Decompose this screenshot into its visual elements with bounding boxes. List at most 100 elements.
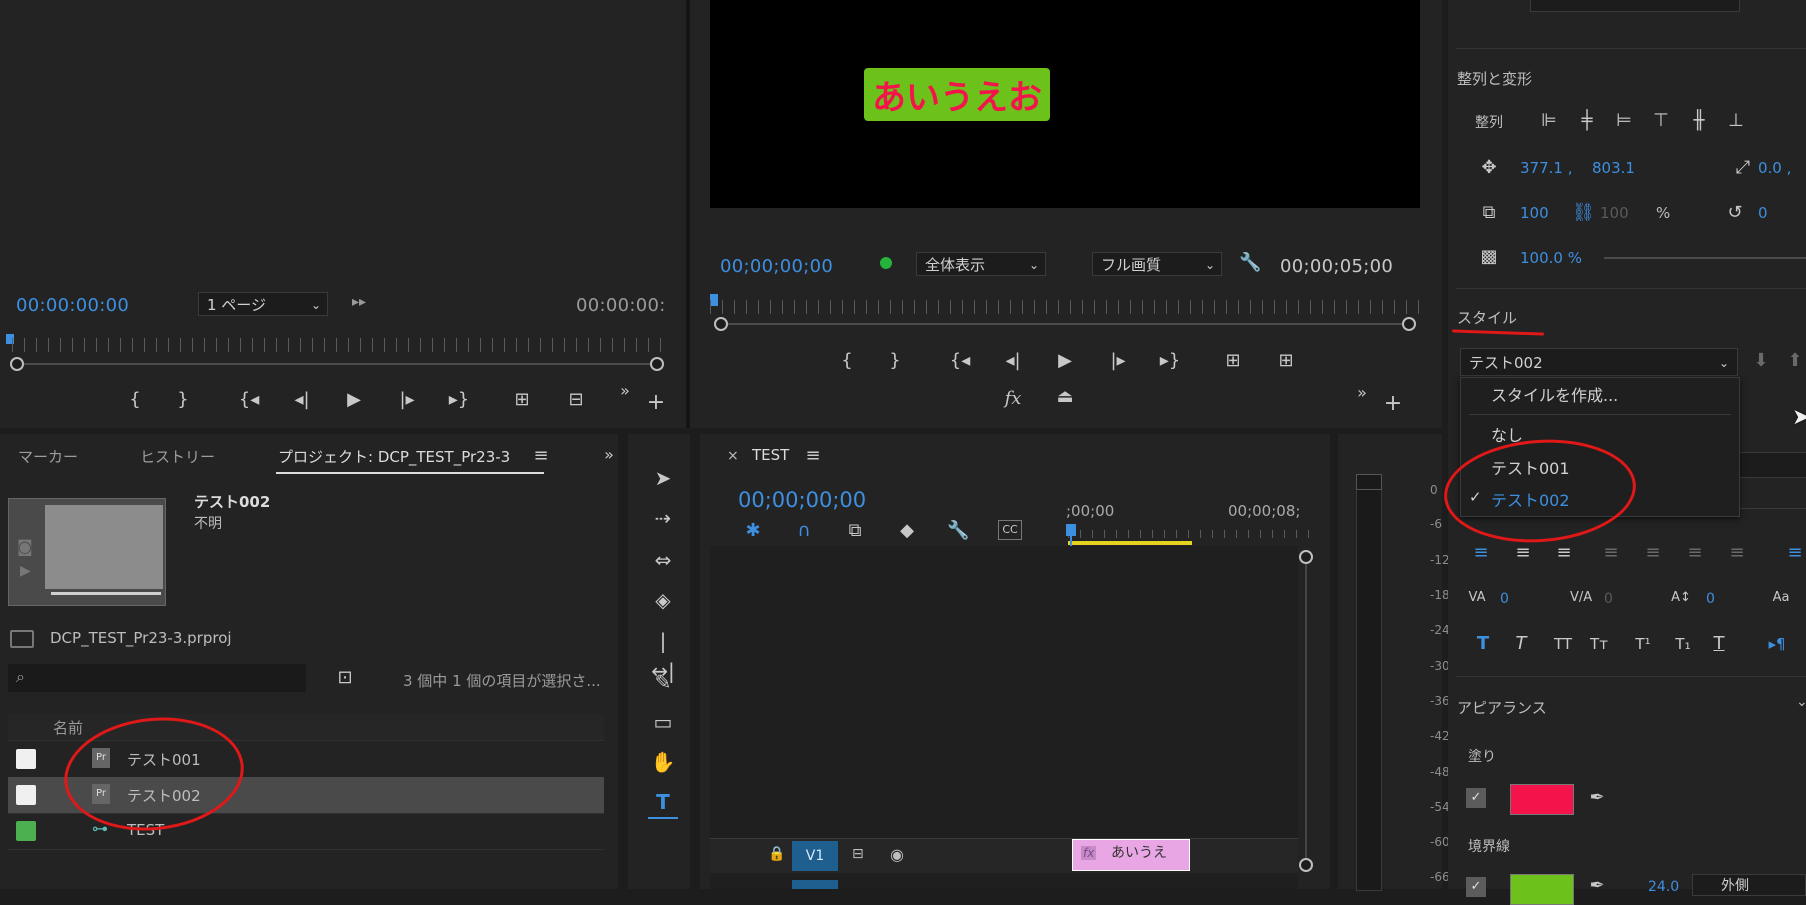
fx-icon[interactable]: fx (1002, 388, 1024, 410)
link-scale-icon[interactable]: ⛓ (1572, 202, 1595, 224)
step-forward-icon[interactable]: |▸ (396, 389, 418, 411)
timeline-clip[interactable]: fx あいうえ (1072, 839, 1190, 871)
column-name-header[interactable]: 名前 (53, 717, 83, 738)
lock-track-icon[interactable]: 🔒 (768, 846, 785, 862)
add-button-icon[interactable]: + (645, 392, 667, 414)
mark-in-icon[interactable]: { (124, 389, 146, 411)
stroke-width-value[interactable]: 24.0 (1648, 879, 1679, 895)
program-zoom-right-handle[interactable] (1402, 317, 1416, 331)
add-button-icon[interactable]: + (1382, 393, 1404, 415)
faux-bold-icon[interactable]: T (1472, 633, 1494, 655)
export-frame-icon[interactable]: ⏏ (1054, 386, 1076, 408)
expand-tabs-icon[interactable]: » (598, 444, 620, 466)
justify-all-icon[interactable]: ≡ (1726, 542, 1748, 564)
opacity-slider[interactable] (1604, 257, 1806, 259)
tab-project[interactable]: プロジェクト: DCP_TEST_Pr23-3 (278, 446, 510, 467)
mark-out-icon[interactable]: } (172, 389, 194, 411)
razor-tool-icon[interactable]: ◈ (648, 585, 678, 615)
insert-icon[interactable]: ⊞ (511, 389, 533, 411)
go-to-out-icon[interactable]: ▸} (1159, 350, 1181, 372)
anchor-x-value[interactable]: 0.0 , (1758, 159, 1791, 177)
linked-selection-icon[interactable]: ⧉ (844, 520, 866, 542)
push-style-icon[interactable]: ⬇ (1750, 350, 1772, 372)
ripple-edit-tool-icon[interactable]: ⇔ (648, 545, 678, 575)
extract-icon[interactable]: ⊞ (1275, 350, 1297, 372)
align-right-icon[interactable]: ⊨ (1613, 110, 1635, 132)
work-area-bar[interactable] (1068, 541, 1192, 545)
position-x-value[interactable]: 377.1 , (1520, 159, 1572, 177)
snap-magnet-icon[interactable]: ∩ (793, 520, 815, 542)
add-marker-icon[interactable]: ◆ (896, 520, 918, 542)
find-bin-icon[interactable]: ⊡ (334, 667, 356, 689)
timeline-playhead-icon[interactable] (1066, 524, 1076, 536)
rectangle-tool-icon[interactable]: ▭ (648, 707, 678, 737)
timeline-vscroll-bottom-handle[interactable] (1299, 858, 1313, 872)
thumbnail-play-icon[interactable]: ▶ (20, 563, 31, 579)
stroke-color-swatch[interactable] (1510, 874, 1574, 905)
eye-icon[interactable]: ◉ (890, 845, 904, 864)
tab-menu-icon[interactable]: ≡ (802, 445, 824, 467)
more-controls-icon[interactable]: » (1351, 382, 1373, 404)
top-partial-control[interactable] (1530, 0, 1740, 12)
type-tool-icon[interactable]: T (648, 787, 678, 819)
step-forward-icon[interactable]: |▸ (1107, 350, 1129, 372)
sync-style-icon[interactable]: ⬆ (1784, 350, 1806, 372)
captions-icon[interactable]: CC (998, 520, 1022, 540)
align-section-title[interactable]: 整列と変形 (1457, 68, 1532, 89)
opacity-value[interactable]: 100.0 % (1520, 249, 1582, 267)
font-style-partial[interactable] (1738, 490, 1806, 509)
timeline-timecode[interactable]: 00;00;00;00 (738, 488, 866, 512)
timeline-vscroll[interactable] (1305, 556, 1307, 866)
go-to-in-icon[interactable]: {◂ (949, 350, 971, 372)
search-input[interactable]: ⌕ (8, 664, 306, 692)
thumbnail-scrub-bar[interactable] (51, 592, 161, 595)
program-zoom-left-handle[interactable] (714, 317, 728, 331)
fast-forward-icon[interactable]: ▸▸ (352, 294, 366, 310)
lift-icon[interactable]: ⊞ (1222, 350, 1244, 372)
text-direction-icon[interactable]: ▸¶ (1766, 633, 1788, 655)
quality-select[interactable]: フル画質 ⌄ (1092, 252, 1222, 276)
timeline-vscroll-top-handle[interactable] (1299, 550, 1313, 564)
step-back-icon[interactable]: ◂| (1002, 350, 1024, 372)
timeline-ruler[interactable] (1068, 530, 1316, 538)
stroke-type-select[interactable]: 外側 (1692, 874, 1806, 896)
wrench-settings-icon[interactable]: 🔧 (947, 520, 969, 542)
insert-nest-icon[interactable]: ✱ (742, 520, 764, 542)
faux-italic-icon[interactable]: T (1510, 633, 1532, 655)
subscript-icon[interactable]: T₁ (1672, 633, 1694, 655)
text-top-align-icon[interactable]: ≡ (1784, 542, 1806, 564)
text-align-left-icon[interactable]: ≡ (1470, 542, 1492, 564)
stroke-checkbox[interactable]: ✓ (1466, 877, 1486, 897)
text-align-right-icon[interactable]: ≡ (1553, 542, 1575, 564)
eyedropper-icon[interactable]: ✒ (1586, 875, 1608, 897)
tab-history[interactable]: ヒストリー (140, 446, 215, 467)
tab-sequence-test[interactable]: TEST (752, 446, 789, 464)
hand-tool-icon[interactable]: ✋ (648, 747, 678, 777)
label-color-swatch[interactable] (16, 821, 36, 841)
wrench-settings-icon[interactable]: 🔧 (1239, 252, 1261, 274)
justify-left-icon[interactable]: ≡ (1600, 542, 1622, 564)
appearance-section-title[interactable]: アピアランス (1457, 697, 1547, 718)
style-select[interactable]: テスト002 ⌄ (1460, 348, 1738, 376)
create-style-menu-item[interactable]: スタイルを作成... (1491, 382, 1618, 406)
zoom-select[interactable]: 全体表示 ⌄ (916, 252, 1046, 276)
page-select[interactable]: 1 ページ ⌄ (198, 292, 328, 316)
align-center-h-icon[interactable]: ╪ (1576, 110, 1598, 132)
appearance-expand-icon[interactable]: ⌄ (1796, 694, 1806, 710)
all-caps-icon[interactable]: TT (1552, 633, 1574, 655)
slip-tool-icon[interactable]: |↔| (648, 626, 678, 683)
justify-right-icon[interactable]: ≡ (1684, 542, 1706, 564)
sync-lock-icon[interactable]: ⊟ (852, 846, 864, 862)
mark-out-icon[interactable]: } (884, 350, 906, 372)
fill-checkbox[interactable]: ✓ (1466, 788, 1486, 808)
go-to-in-icon[interactable]: {◂ (238, 389, 260, 411)
label-color-swatch[interactable] (16, 785, 36, 805)
play-icon[interactable]: ▶ (1054, 350, 1076, 372)
pen-tool-icon[interactable]: ✎ (648, 667, 678, 697)
align-center-v-icon[interactable]: ╫ (1688, 110, 1710, 132)
step-back-icon[interactable]: ◂| (291, 389, 313, 411)
style-section-title[interactable]: スタイル (1457, 307, 1517, 328)
justify-center-icon[interactable]: ≡ (1642, 542, 1664, 564)
more-controls-icon[interactable]: » (614, 380, 636, 402)
source-timecode[interactable]: 00:00:00:00 (16, 295, 129, 316)
